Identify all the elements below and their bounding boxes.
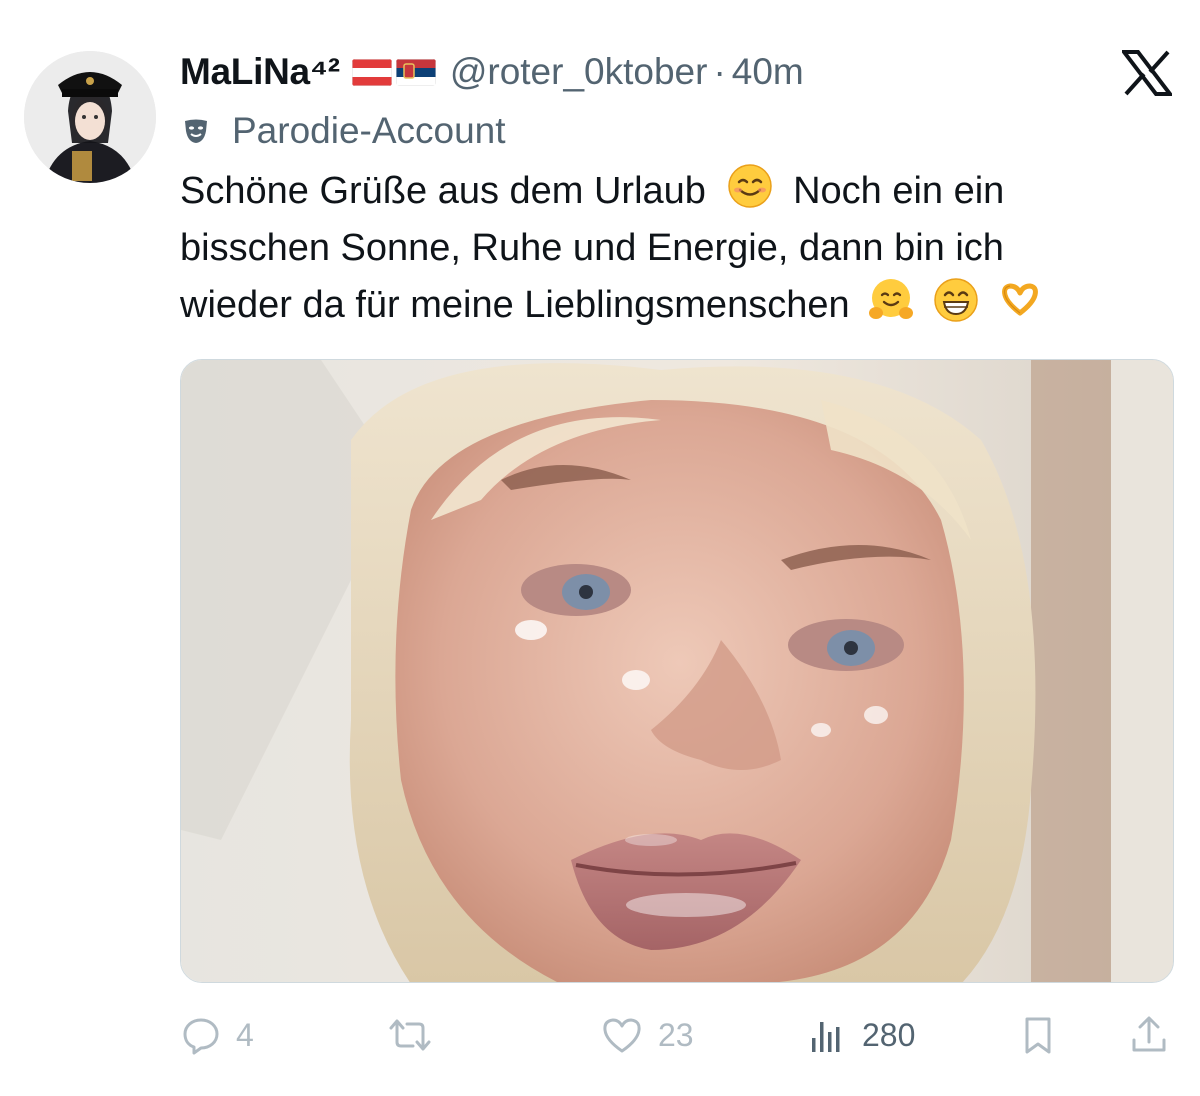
reply-count: 4 xyxy=(236,1016,254,1053)
bookmark-icon xyxy=(1025,1017,1051,1054)
view-count: 280 xyxy=(862,1016,916,1053)
bookmark-button[interactable] xyxy=(1018,1005,1058,1065)
hugging-face-emoji-icon xyxy=(869,279,914,319)
tweet-text: Schöne Grüße aus dem Urlaub Noch ein ein… xyxy=(180,163,1180,334)
tweet-line-1: Schöne Grüße aus dem Urlaub Noch ein ein xyxy=(180,163,1180,220)
analytics-icon xyxy=(812,1022,840,1052)
grinning-face-emoji-icon xyxy=(933,278,978,322)
tweet-line-3: wieder da für meine Lieblingsmenschen xyxy=(180,277,1180,334)
tweet-line-2: bisschen Sonne, Ruhe und Energie, dann b… xyxy=(180,227,1004,269)
serbia-flag-icon xyxy=(395,58,436,86)
heart-icon xyxy=(603,1018,641,1053)
austria-flag-icon xyxy=(351,58,392,86)
tweet-text-segment: wieder da für meine Lieblingsmenschen xyxy=(180,284,850,326)
theater-mask-icon xyxy=(185,119,207,143)
avatar-image xyxy=(24,51,156,183)
photo-image xyxy=(181,360,1173,982)
smiling-face-emoji-icon xyxy=(727,164,772,208)
timestamp[interactable]: 40m xyxy=(732,51,804,93)
like-button[interactable]: 23 xyxy=(600,1005,694,1065)
views-button[interactable]: 280 xyxy=(808,1005,915,1065)
share-icon xyxy=(1132,1016,1166,1052)
tweet-media-photo[interactable] xyxy=(180,359,1174,983)
repost-button[interactable] xyxy=(387,1005,433,1065)
tweet-text-segment: Schöne Grüße aus dem Urlaub xyxy=(180,170,706,212)
avatar[interactable] xyxy=(24,51,156,183)
share-button[interactable] xyxy=(1128,1005,1170,1065)
parody-label-text: Parodie-Account xyxy=(232,110,506,151)
tweet-text-segment: Noch ein ein xyxy=(793,170,1005,212)
tweet-header: MaLiNa⁴² @roter_0ktober · 40m xyxy=(180,48,1080,96)
reply-button[interactable]: 4 xyxy=(180,1005,254,1065)
reply-icon xyxy=(183,1018,219,1055)
parody-label: Parodie-Account xyxy=(182,108,506,154)
heart-hands-emoji-icon xyxy=(1002,283,1039,316)
separator: · xyxy=(713,51,726,92)
x-logo-icon xyxy=(1119,50,1175,96)
handle[interactable]: @roter_0ktober xyxy=(450,51,708,93)
display-name[interactable]: MaLiNa⁴² xyxy=(180,51,340,93)
action-bar: 4 23 280 xyxy=(180,1005,1174,1065)
repost-icon xyxy=(389,1019,431,1051)
like-count: 23 xyxy=(658,1016,694,1053)
